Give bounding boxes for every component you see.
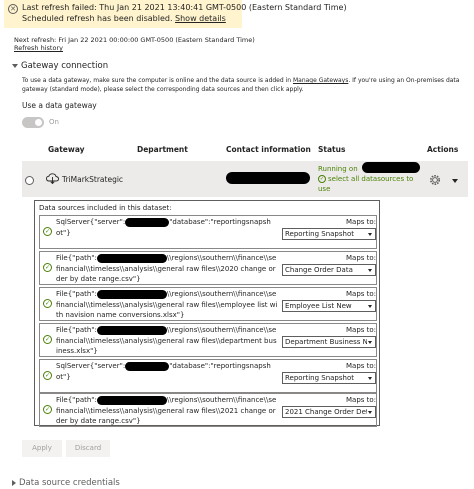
dropdown-arrow-icon: [368, 341, 372, 344]
gateway-description: To use a data gateway, make sure the com…: [22, 77, 460, 93]
discard-button[interactable]: Discard: [66, 440, 110, 457]
refresh-history-link[interactable]: Refresh history: [14, 44, 63, 52]
header-contact: Contact information: [226, 145, 311, 154]
toggle-state-label: On: [49, 118, 59, 126]
maps-to-dropdown[interactable]: Reporting Snapshot: [282, 228, 376, 240]
redacted-contact: [226, 172, 310, 184]
dropdown-arrow-icon: [368, 411, 372, 414]
redacted-server: [125, 217, 170, 227]
caret-right-icon: [12, 479, 16, 486]
show-details-link[interactable]: Show details: [175, 14, 226, 23]
maps-to-dropdown[interactable]: Reporting Snapshot: [282, 372, 376, 384]
maps-to-label: Maps to:: [346, 362, 377, 370]
maps-to-label: Maps to:: [346, 218, 377, 226]
maps-to-dropdown[interactable]: 2021 Change Order Det: [282, 406, 376, 418]
manage-gateways-link[interactable]: Manage Gateways: [293, 77, 348, 84]
use-gateway-toggle[interactable]: [22, 117, 44, 128]
redacted-path: [96, 395, 167, 405]
redacted-path: [96, 325, 167, 335]
check-circle-icon: ✓: [43, 263, 52, 272]
banner-sub-message: Scheduled refresh has been disabled. Sho…: [22, 14, 226, 23]
datasource-text: File{"path": \\regions\\southern\\finance…: [56, 325, 277, 355]
datasource-item: ✓ File{"path": \\regions\\southern\\finan…: [39, 323, 377, 357]
datasources-title: Data sources included in this dataset:: [39, 204, 172, 212]
dropdown-arrow-icon: [368, 233, 372, 236]
header-status: Status: [318, 145, 346, 154]
maps-to-dropdown[interactable]: Department Business N: [282, 336, 376, 348]
use-gateway-label: Use a data gateway: [22, 101, 97, 110]
maps-to-dropdown[interactable]: Employee List New: [282, 300, 376, 312]
error-icon: ✕: [8, 4, 18, 14]
datasource-item: ✓ SqlServer{"server": "database":"reporti…: [39, 215, 377, 249]
header-department: Department: [137, 145, 188, 154]
caret-down-icon: [12, 63, 18, 68]
maps-to-dropdown[interactable]: Change Order Data: [282, 264, 376, 276]
maps-to-label: Maps to:: [346, 326, 377, 334]
banner-message: Last refresh failed: Thu Jan 21 2021 13:…: [22, 3, 347, 12]
data-source-credentials-toggle[interactable]: Data source credentials: [12, 478, 120, 488]
datasource-item: ✓ File{"path": \\regions\\southern\\finan…: [39, 393, 377, 427]
datasource-item: ✓ File{"path": \\regions\\southern\\finan…: [39, 287, 377, 321]
dropdown-arrow-icon: [368, 305, 372, 308]
gateway-radio[interactable]: [25, 176, 34, 185]
redacted-path: [96, 253, 167, 263]
datasource-item: ✓ File{"path": \\regions\\southern\\finan…: [39, 251, 377, 285]
dropdown-arrow-icon: [368, 377, 372, 380]
cloud-gateway-icon: [46, 173, 59, 184]
maps-to-label: Maps to:: [346, 396, 377, 404]
maps-to-label: Maps to:: [346, 290, 377, 298]
check-circle-icon: ✓: [43, 371, 52, 380]
check-circle-icon: ✓: [43, 405, 52, 414]
expand-chevron-icon[interactable]: [452, 179, 458, 183]
datasource-text: SqlServer{"server": "database":"reporting…: [56, 217, 271, 237]
dropdown-arrow-icon: [368, 269, 372, 272]
datasources-panel: Data sources included in this dataset: ✓…: [34, 200, 380, 427]
gear-icon[interactable]: [429, 174, 441, 186]
datasource-text: File{"path": \\regions\\southern\\finance…: [56, 253, 277, 283]
datasource-text: File{"path": \\regions\\southern\\finance…: [56, 395, 277, 425]
check-circle-icon: ✓: [318, 175, 326, 183]
maps-to-label: Maps to:: [346, 254, 377, 262]
gateway-name: TriMarkStrategic: [62, 175, 124, 184]
redacted-machine: [362, 162, 420, 173]
datasource-text: SqlServer{"server": "database":"reporting…: [56, 361, 271, 381]
gateway-connection-toggle[interactable]: Gateway connection: [12, 61, 108, 71]
apply-button[interactable]: Apply: [22, 440, 62, 457]
check-circle-icon: ✓: [43, 227, 52, 236]
header-gateway: Gateway: [48, 145, 85, 154]
redacted-server: [125, 361, 170, 371]
datasource-item: ✓ SqlServer{"server": "database":"reporti…: [39, 359, 377, 393]
datasource-text: File{"path": \\regions\\southern\\finance…: [56, 289, 278, 319]
next-refresh-text: Next refresh: Fri Jan 22 2021 00:00:00 G…: [14, 36, 255, 44]
toggle-knob: [35, 119, 42, 126]
check-circle-icon: ✓: [43, 335, 52, 344]
header-actions: Actions: [427, 145, 459, 154]
redacted-path: [96, 289, 167, 299]
check-circle-icon: ✓: [43, 299, 52, 308]
refresh-failed-banner: ✕ Last refresh failed: Thu Jan 21 2021 1…: [4, 0, 347, 28]
